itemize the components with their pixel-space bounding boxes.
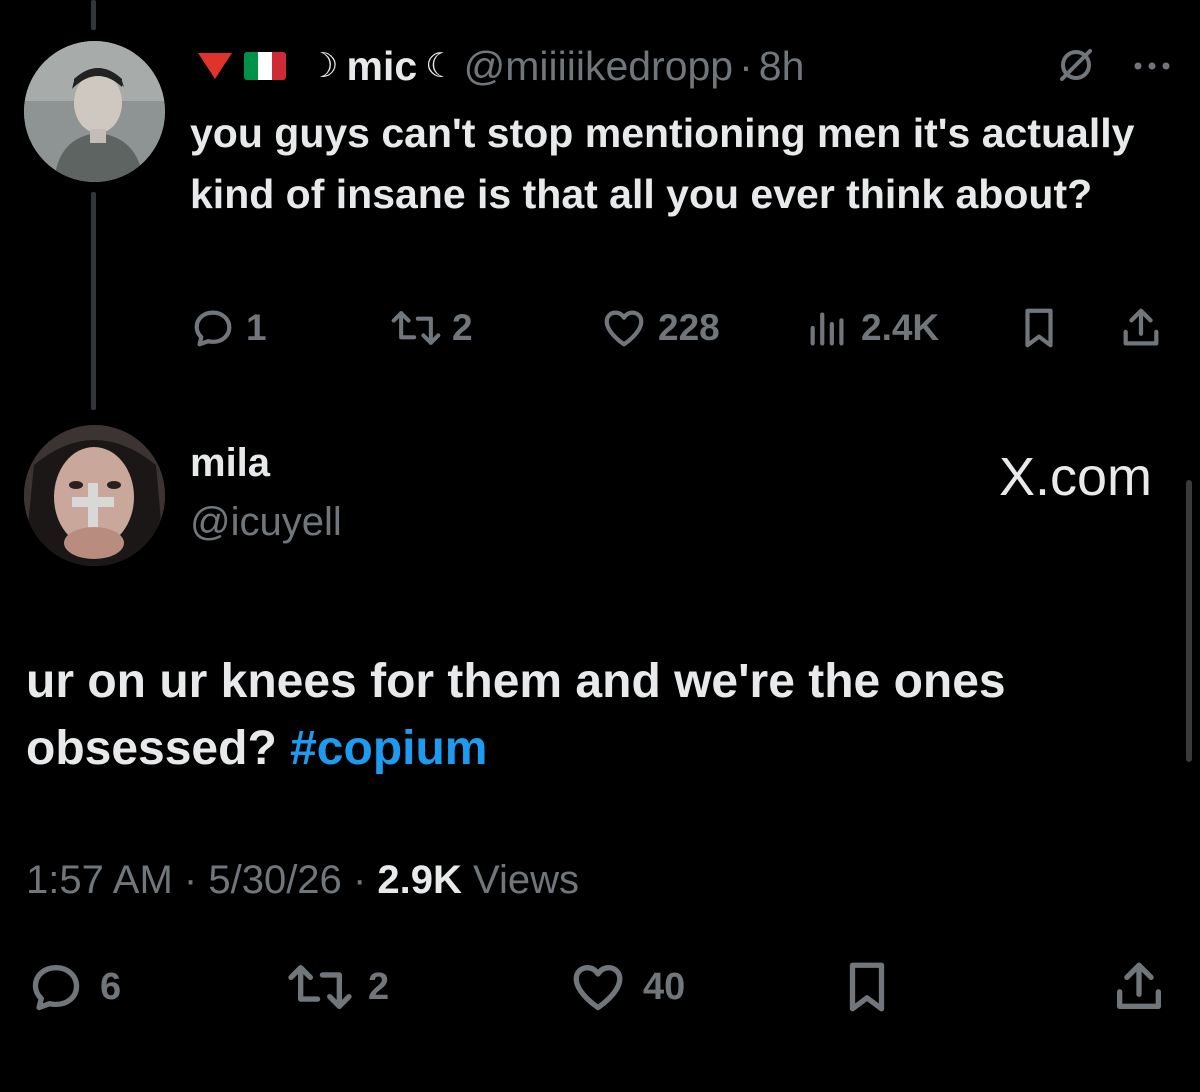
moon-left: ☽ [308,47,339,85]
like-icon [604,310,644,347]
timestamp[interactable]: 8h [759,43,805,90]
repost-icon [288,965,352,1009]
handle[interactable]: @icuyell [190,500,342,545]
more-icon[interactable] [1132,59,1172,77]
tweet-actions: 1 2 228 2.4K [190,300,1170,356]
tweet-text: you guys can't stop mentioning men it's … [190,110,1135,217]
repost-button[interactable]: 2 [390,300,473,356]
avatar[interactable] [24,41,165,182]
tweet-time[interactable]: 1:57 AM [26,858,173,902]
like-button[interactable]: 40 [567,955,685,1019]
thread-line-top [91,0,96,30]
share-icon [1123,308,1159,346]
like-icon [573,965,623,1011]
reply-button[interactable]: 1 [190,300,267,356]
x-logo-watermark: X.com [998,447,1152,507]
thread-line [91,192,96,410]
avatar[interactable] [24,425,165,566]
reply-count: 6 [100,965,122,1008]
tweet-text: ur on ur knees for them and we're the on… [26,648,1156,782]
x-watermark: X.com [999,446,1152,508]
repost-count: 2 [368,965,390,1008]
views-count: 2.9K [377,858,462,902]
scrollbar[interactable] [1186,480,1192,762]
red-triangle-icon [198,53,232,79]
separator: · [739,42,753,89]
hashtag-link[interactable]: #copium [290,722,487,775]
display-name[interactable]: mila [190,441,270,486]
reply-icon [194,310,232,347]
view-count: 2.4K [861,307,940,348]
tweet-header: ☽ mic ☾ @miiiiikedropp · 8h [190,38,804,94]
views-icon [810,312,844,346]
handle[interactable]: @miiiiikedropp [464,43,733,90]
tweet-body: ur on ur knees for them and we're the on… [26,655,1006,775]
repost-icon [391,311,441,345]
tweet-date[interactable]: 5/30/26 [208,858,341,902]
separator: · [183,858,198,902]
like-button[interactable]: 228 [600,300,720,356]
reply-icon [32,965,80,1011]
bookmark-button[interactable] [1016,300,1062,356]
views-label: Views [473,858,579,902]
views-button[interactable]: 2.4K [805,300,939,356]
like-count: 40 [643,965,686,1008]
bookmark-icon [1025,308,1053,348]
like-count: 228 [658,307,720,348]
share-button[interactable] [1118,300,1164,356]
tweet-detail-page: ☽ mic ☾ @miiiiikedropp · 8h you guys can… [0,0,1200,1092]
reply-button[interactable]: 6 [26,955,121,1019]
bookmark-icon [849,962,885,1012]
header-icons [1056,45,1172,90]
tweet-actions: 6 2 40 [0,955,1200,1019]
display-name[interactable]: mic [346,43,417,90]
repost-count: 2 [452,307,473,348]
share-button[interactable] [1110,955,1168,1019]
share-icon [1117,962,1161,1009]
bookmark-button[interactable] [838,955,896,1019]
italy-flag-icon [244,52,286,80]
repost-button[interactable]: 2 [286,955,389,1019]
tweet-meta: 1:57 AM · 5/30/26 · 2.9K Views [26,858,579,903]
moon-right: ☾ [425,47,456,85]
grok-icon[interactable] [1056,45,1096,90]
separator: · [352,858,367,902]
reply-count: 1 [246,307,267,348]
